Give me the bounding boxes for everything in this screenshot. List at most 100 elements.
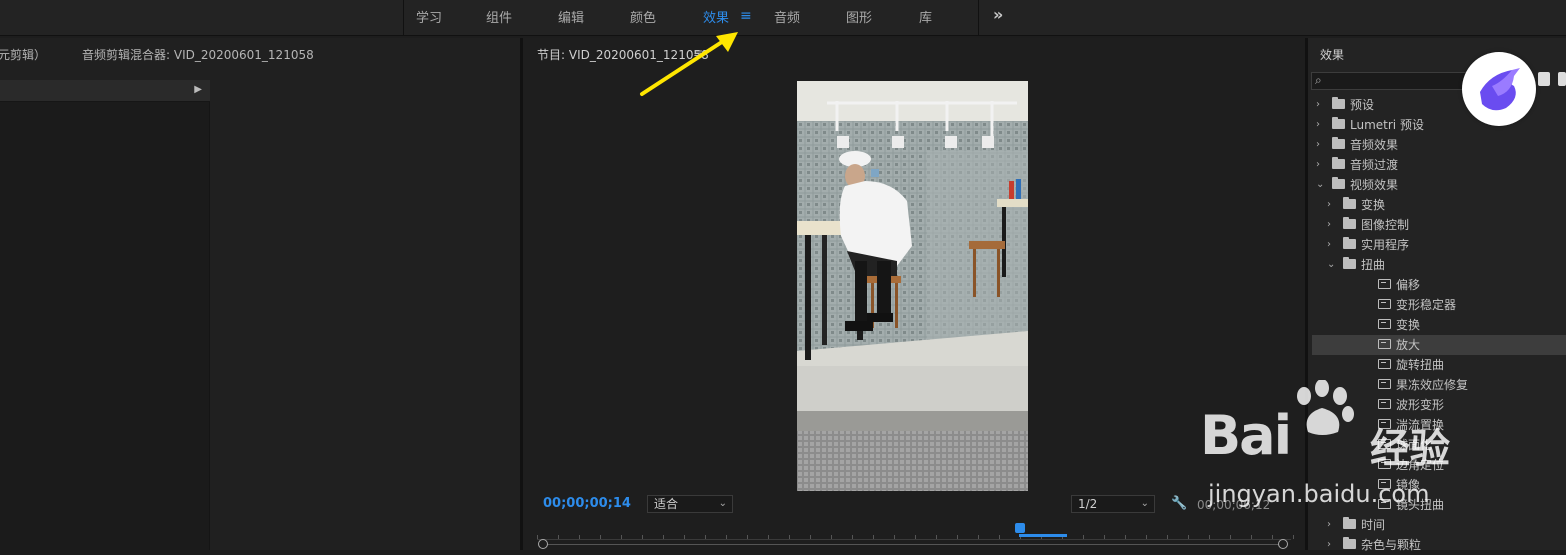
tree-item-label: 镜像 [1396, 478, 1421, 492]
folder-icon [1343, 537, 1356, 549]
effect-item[interactable]: 旋转扭曲 [1312, 355, 1566, 375]
effect-folder[interactable]: › 音频过渡 [1312, 155, 1566, 175]
playhead-timecode[interactable]: 00;00;00;14 [543, 496, 631, 511]
wrench-icon[interactable]: 🔧 [1171, 496, 1187, 511]
ruler-tick [894, 535, 895, 539]
effect-icon [1378, 279, 1391, 289]
ruler-tick [747, 535, 748, 539]
ruler-tick [558, 535, 559, 539]
effect-item[interactable]: 球面化 [1312, 435, 1566, 455]
effect-icon [1378, 319, 1391, 329]
folder-icon [1343, 197, 1356, 209]
preset-bin-icon [1332, 97, 1345, 109]
tree-item-label: 时间 [1361, 518, 1386, 532]
effect-item[interactable]: 果冻效应修复 [1312, 375, 1566, 395]
tab-assembly[interactable]: 组件 [486, 7, 512, 26]
playhead-handle[interactable] [1015, 523, 1025, 533]
chevron-right-icon[interactable]: › [1327, 195, 1331, 215]
effect-item[interactable]: 变换 [1312, 315, 1566, 335]
effect-folder[interactable]: › 杂色与颗粒 [1312, 535, 1566, 555]
tree-item-label: 变换 [1361, 198, 1386, 212]
workspace-more-icon[interactable]: » [993, 5, 1003, 24]
chevron-down-icon[interactable]: ⌄ [1316, 175, 1324, 195]
ruler-tick [1293, 535, 1294, 539]
effect-folder[interactable]: › 音频效果 [1312, 135, 1566, 155]
zoom-scrollbar-track[interactable] [543, 544, 1283, 545]
effect-item[interactable]: 镜头扭曲 [1312, 495, 1566, 515]
effect-item[interactable]: 偏移 [1312, 275, 1566, 295]
chevron-right-icon[interactable]: › [1316, 155, 1320, 175]
folder-icon [1332, 137, 1345, 149]
ruler-tick [1188, 535, 1189, 539]
zoom-fit-dropdown[interactable]: 适合 ⌄ [647, 495, 733, 513]
effect-folder[interactable]: › 图像控制 [1312, 215, 1566, 235]
chevron-right-icon[interactable]: › [1327, 215, 1331, 235]
chevron-right-icon[interactable]: › [1316, 95, 1320, 115]
effect-item[interactable]: 变形稳定器 [1312, 295, 1566, 315]
ruler-tick [1125, 535, 1126, 539]
effect-folder[interactable]: ⌄ 扭曲 [1312, 255, 1566, 275]
effect-item[interactable]: 镜像 [1312, 475, 1566, 495]
effects-panel-title[interactable]: 效果 [1320, 46, 1344, 63]
effect-folder[interactable]: › 实用程序 [1312, 235, 1566, 255]
workspace-menu-icon[interactable]: ≡ [740, 8, 752, 24]
left-column [0, 102, 210, 550]
effect-item[interactable]: 湍流置换 [1312, 415, 1566, 435]
tree-item-label: 杂色与颗粒 [1361, 538, 1422, 552]
tree-item-label: 视频效果 [1350, 178, 1399, 192]
ruler-tick [873, 535, 874, 539]
ruler-tick [957, 535, 958, 539]
resolution-dropdown[interactable]: 1/2 ⌄ [1071, 495, 1155, 513]
chevron-right-icon[interactable]: › [1316, 115, 1320, 135]
tree-item-label: Lumetri 预设 [1350, 118, 1424, 132]
time-ruler[interactable] [537, 528, 1294, 540]
chevron-right-icon[interactable]: › [1327, 235, 1331, 255]
chevron-down-icon[interactable]: ⌄ [1327, 255, 1335, 275]
folder-icon [1343, 257, 1356, 269]
left-subbar: ▶ [0, 80, 210, 102]
workspace-bar: 学习 组件 编辑 颜色 效果 ≡ 音频 图形 库 » [0, 0, 1566, 36]
effect-item[interactable]: 放大 [1312, 335, 1566, 355]
effect-icon [1378, 359, 1391, 369]
ruler-tick [642, 535, 643, 539]
ruler-tick [705, 535, 706, 539]
scrollbar-right-handle[interactable] [1278, 539, 1288, 549]
ruler-tick [600, 535, 601, 539]
tab-graphics[interactable]: 图形 [846, 7, 872, 26]
app-logo-badge[interactable] [1462, 52, 1536, 126]
tab-editing[interactable]: 编辑 [558, 7, 584, 26]
delete-icon[interactable] [1558, 72, 1566, 86]
chevron-right-icon[interactable]: › [1327, 535, 1331, 555]
ruler-tick [1230, 535, 1231, 539]
effect-icon [1378, 419, 1391, 429]
ruler-tick [852, 535, 853, 539]
scrollbar-left-handle[interactable] [538, 539, 548, 549]
tree-item-label: 音频过渡 [1350, 158, 1399, 172]
ruler-tick [1083, 535, 1084, 539]
effect-folder[interactable]: › 变换 [1312, 195, 1566, 215]
ruler-tick [684, 535, 685, 539]
effect-item[interactable]: 波形变形 [1312, 395, 1566, 415]
audio-clip-mixer-tab[interactable]: 音频剪辑混合器: VID_20200601_121058 [82, 46, 314, 63]
effect-folder[interactable]: › 时间 [1312, 515, 1566, 535]
chevron-right-icon[interactable]: › [1316, 135, 1320, 155]
source-clip-tab[interactable]: 元剪辑） [0, 46, 46, 63]
ruler-tick [978, 535, 979, 539]
chevron-right-icon[interactable]: › [1327, 515, 1331, 535]
ruler-tick [621, 535, 622, 539]
chevron-down-icon: ⌄ [718, 498, 727, 509]
folder-icon [1343, 237, 1356, 249]
tab-libraries[interactable]: 库 [919, 7, 932, 26]
ruler-tick [789, 535, 790, 539]
tab-learn[interactable]: 学习 [416, 7, 442, 26]
tab-audio[interactable]: 音频 [774, 7, 800, 26]
effect-folder[interactable]: ⌄ 视频效果 [1312, 175, 1566, 195]
effect-item[interactable]: 边角定位 [1312, 455, 1566, 475]
expand-triangle-icon[interactable]: ▶ [194, 84, 202, 95]
effects-search-input[interactable]: ⌕ [1311, 72, 1476, 90]
ruler-tick [999, 535, 1000, 539]
tree-item-label: 偏移 [1396, 278, 1421, 292]
new-bin-icon[interactable] [1538, 72, 1550, 86]
effect-icon [1378, 459, 1391, 469]
workspace-separator [978, 0, 979, 36]
